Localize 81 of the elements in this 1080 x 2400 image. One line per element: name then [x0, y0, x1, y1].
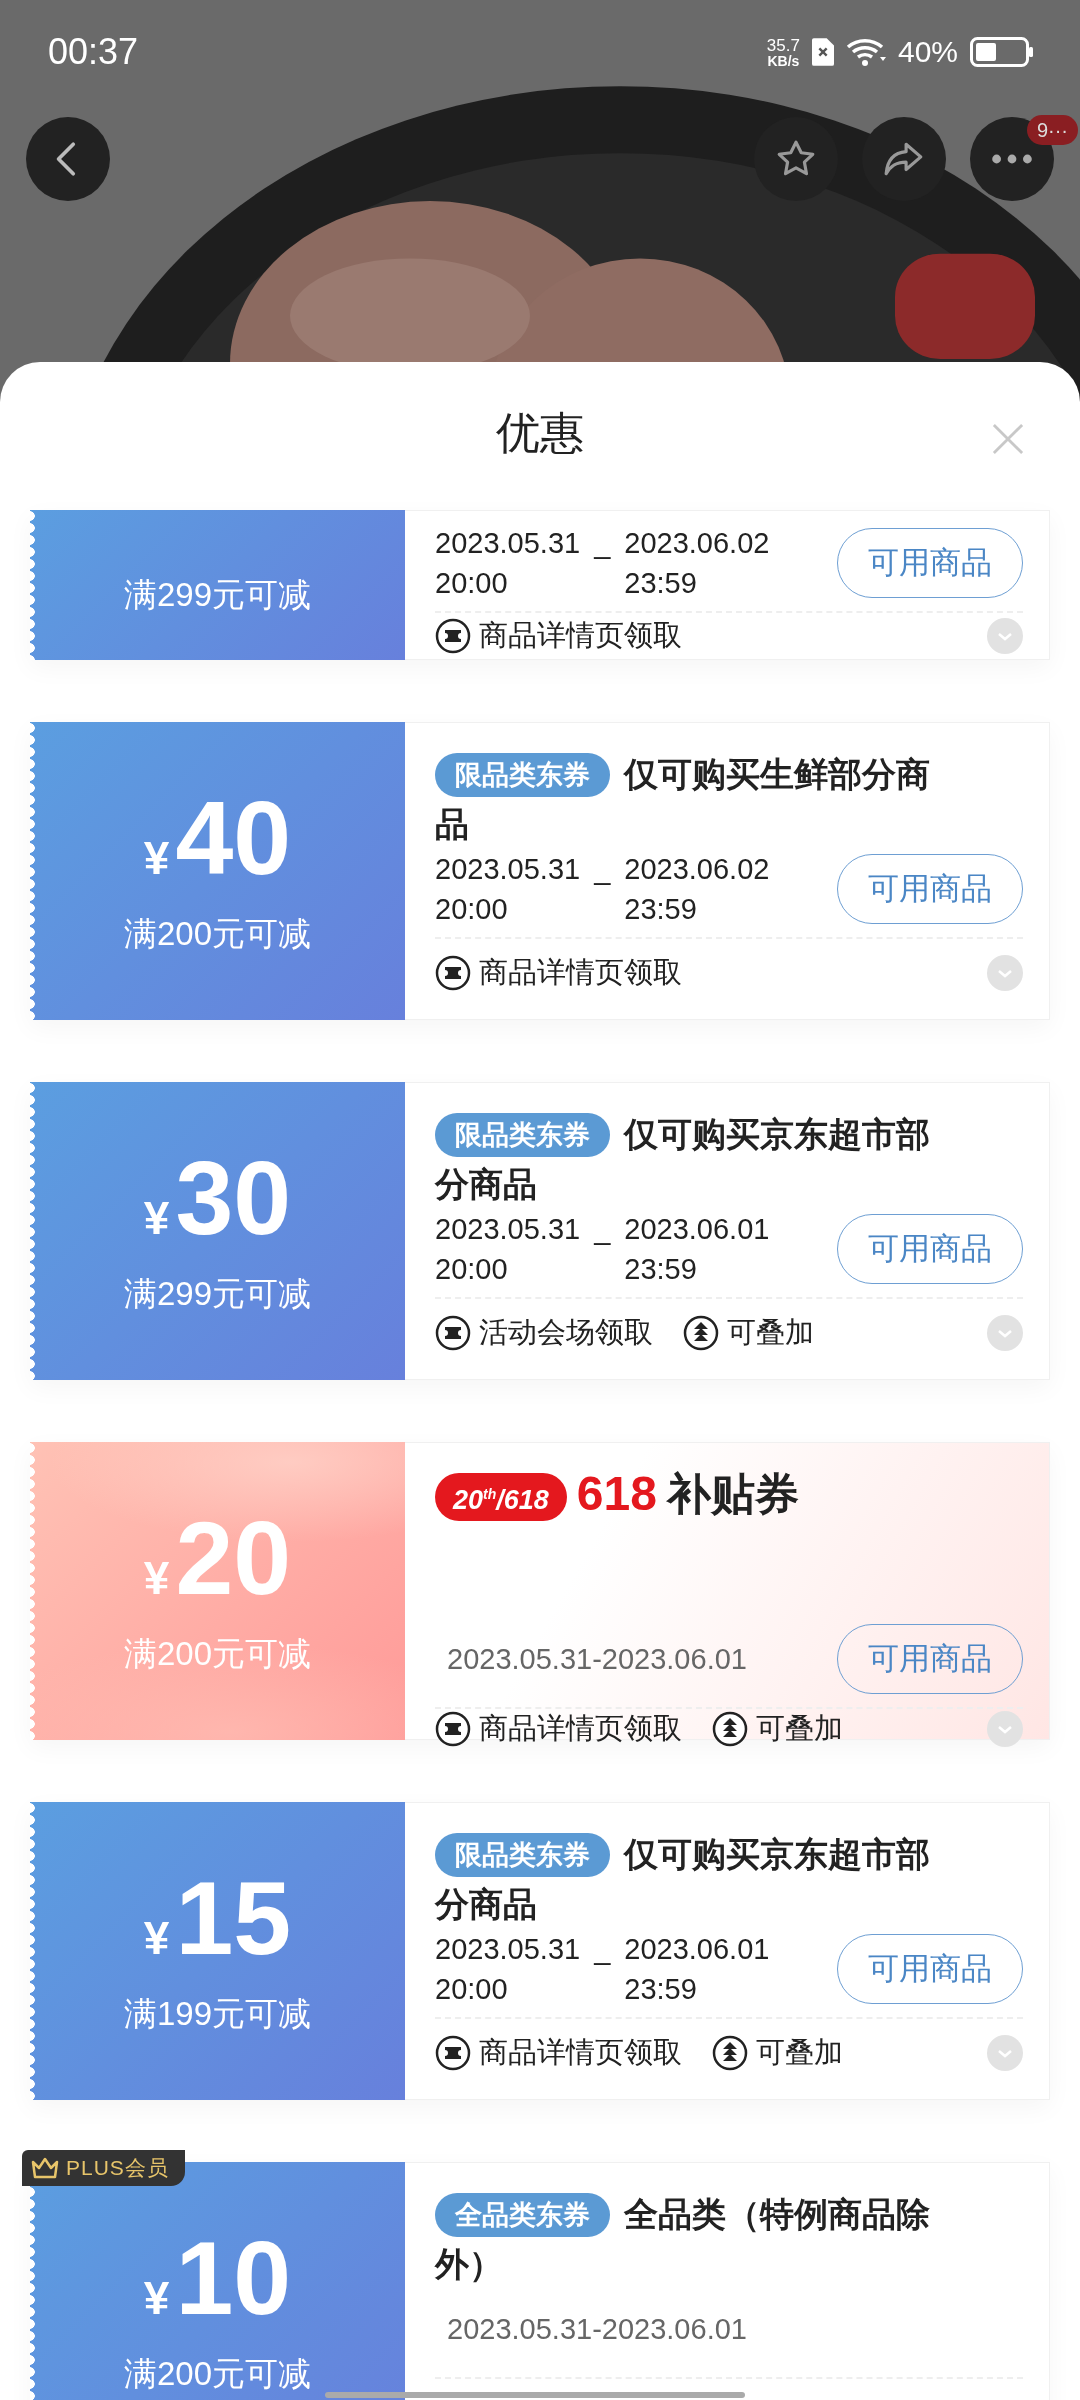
- currency-sign: ¥: [143, 2270, 170, 2325]
- date-separator: _: [594, 1212, 611, 1247]
- close-icon[interactable]: [992, 423, 1024, 455]
- ticket-icon: [435, 955, 471, 991]
- coupon-amount: 40: [175, 785, 292, 890]
- start-time: 20:00: [435, 1252, 509, 1287]
- stackable-label: 可叠加: [756, 2035, 843, 2070]
- coupon-title: 补贴券: [666, 1469, 799, 1519]
- event-badge: 20$^{th}$/618: [435, 1473, 567, 1521]
- start-time: 20:00: [435, 892, 509, 927]
- coupon-amount: 30: [175, 1145, 292, 1250]
- expand-icon[interactable]: [987, 1315, 1023, 1351]
- claim-source: 商品详情页领取: [479, 1711, 682, 1746]
- end-time: 23:59: [624, 1252, 698, 1287]
- spend-condition: 满299元可减: [123, 1273, 312, 1314]
- expand-icon[interactable]: [987, 1711, 1023, 1747]
- spend-condition: 满200元可减: [123, 913, 312, 954]
- ticket-icon: [435, 2035, 471, 2071]
- stack-icon: [712, 1711, 748, 1747]
- member-badge-label: PLUS会员: [66, 2155, 169, 2181]
- spend-condition: 满299元可减: [123, 575, 312, 615]
- validity-period: 2023.05.31-2023.06.01: [446, 2312, 747, 2346]
- claim-source: 活动会场领取: [479, 1315, 653, 1350]
- stackable-label: 可叠加: [756, 1711, 843, 1746]
- category-tag: 限品类东券: [435, 1113, 610, 1157]
- wifi-icon: [845, 37, 886, 67]
- spend-condition: 满200元可减: [123, 2353, 312, 2394]
- claim-source: 商品详情页领取: [479, 955, 682, 990]
- end-date: 2023.06.02: [624, 526, 770, 561]
- validity-period: 2023.05.31-2023.06.01: [446, 1642, 747, 1676]
- network-speed-unit: KB/s: [767, 53, 800, 68]
- end-time: 23:59: [624, 1972, 698, 2007]
- claim-source: 商品详情页领取: [479, 2035, 682, 2070]
- date-separator: _: [594, 1932, 611, 1967]
- spend-condition: 满199元可减: [123, 1993, 312, 2034]
- category-tag: 全品类东券: [435, 2193, 610, 2237]
- expand-icon[interactable]: [987, 955, 1023, 991]
- ticket-icon: [435, 1711, 471, 1747]
- coupon-amount: 10: [175, 2225, 292, 2330]
- claim-source: 商品详情页领取: [479, 618, 682, 653]
- start-date: 2023.05.31: [435, 1212, 581, 1247]
- date-separator: _: [594, 852, 611, 887]
- coupon-amount: 15: [175, 1865, 292, 1970]
- stack-icon: [712, 2035, 748, 2071]
- coupon-title: 限品类东券 仅可购买京东超市部分商品: [435, 1832, 931, 1925]
- crown-icon: [30, 2156, 60, 2180]
- coupon-title: 全品类东券 全品类（特例商品除外）: [435, 2192, 931, 2285]
- more-icon: [990, 152, 1034, 166]
- sheet-title: 优惠: [496, 406, 584, 459]
- coupon-amount: 20: [175, 1505, 292, 1610]
- currency-sign: ¥: [143, 1190, 170, 1245]
- battery-icon: [970, 37, 1034, 67]
- currency-sign: ¥: [143, 1910, 170, 1965]
- end-time: 23:59: [624, 566, 698, 601]
- stack-icon: [683, 1315, 719, 1351]
- start-date: 2023.05.31: [435, 852, 581, 887]
- stackable-label: 可叠加: [727, 1315, 814, 1350]
- coupon-accent-title: 618: [576, 1469, 657, 1519]
- category-tag: 限品类东券: [435, 753, 610, 797]
- ticket-icon: [435, 1315, 471, 1351]
- network-speed: 35.7: [766, 36, 800, 54]
- currency-sign: ¥: [143, 830, 170, 885]
- start-date: 2023.05.31: [435, 526, 581, 561]
- currency-sign: ¥: [143, 1550, 170, 1605]
- expand-icon[interactable]: [987, 618, 1023, 654]
- category-tag: 限品类东券: [435, 1833, 610, 1877]
- end-date: 2023.06.02: [624, 852, 770, 887]
- end-date: 2023.06.01: [624, 1212, 770, 1247]
- coupon-title: 限品类东券 仅可购买京东超市部分商品: [435, 1112, 931, 1205]
- clock-time: 00:37: [48, 31, 139, 73]
- spend-condition: 满200元可减: [123, 1633, 312, 1674]
- coupon-title: 限品类东券 仅可购买生鲜部分商品: [435, 752, 931, 845]
- start-time: 20:00: [435, 566, 509, 601]
- ticket-icon: [435, 618, 471, 654]
- end-date: 2023.06.01: [624, 1932, 770, 1967]
- end-time: 23:59: [624, 892, 698, 927]
- start-date: 2023.05.31: [435, 1932, 581, 1967]
- date-separator: _: [594, 526, 611, 561]
- start-time: 20:00: [435, 1972, 509, 2007]
- battery-percent: 40%: [897, 35, 958, 69]
- expand-icon[interactable]: [987, 2035, 1023, 2071]
